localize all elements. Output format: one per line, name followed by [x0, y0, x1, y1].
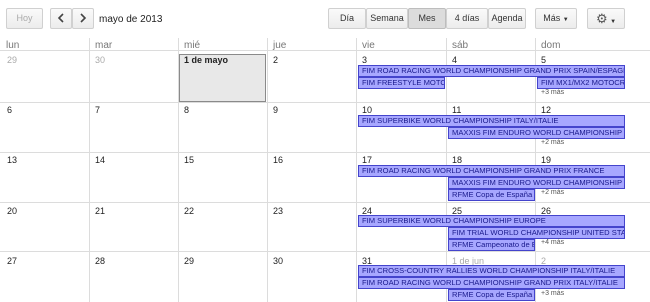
prev-button[interactable] [50, 8, 72, 29]
day-number[interactable]: 27 [7, 256, 17, 266]
day-number[interactable]: 9 [273, 105, 278, 115]
day-number[interactable]: 30 [273, 256, 283, 266]
event-chip[interactable]: FIM MX1/MX2 MOTOCROSS WORLD CHAMPIONSHIP [537, 77, 625, 89]
view-agenda-button[interactable]: Agenda [488, 8, 526, 29]
settings-button[interactable]: ⚙ ▼ [587, 8, 625, 29]
day-number[interactable]: 5 [541, 55, 546, 65]
event-chip[interactable]: FIM ROAD RACING WORLD CHAMPIONSHIP GRAND… [358, 165, 625, 177]
day-number[interactable]: 30 [95, 55, 105, 65]
view-month-button[interactable]: Mes [408, 8, 446, 29]
chevron-right-icon [80, 13, 87, 23]
view-week-button[interactable]: Semana [366, 8, 408, 29]
weekday-fri: vie [362, 40, 375, 51]
weekday-sat: sáb [452, 40, 469, 51]
view-4days-button[interactable]: 4 días [446, 8, 488, 29]
event-chip[interactable]: FIM FREESTYLE MOTOCROSS WORLD CHAMPIONSH… [358, 77, 445, 89]
day-number[interactable]: 4 [452, 55, 457, 65]
day-number[interactable]: 20 [7, 206, 17, 216]
view-day-button[interactable]: Día [328, 8, 366, 29]
event-chip[interactable]: FIM CROSS-COUNTRY RALLIES WORLD CHAMPION… [358, 265, 625, 277]
event-chip[interactable]: FIM SUPERBIKE WORLD CHAMPIONSHIP ITALY/I… [358, 115, 625, 127]
event-chip[interactable]: RFME Campeonato de España [448, 239, 535, 251]
event-chip[interactable]: MAXXIS FIM ENDURO WORLD CHAMPIONSHIP POR… [448, 177, 625, 189]
more-events-link[interactable]: +2 más [541, 139, 564, 146]
event-chip[interactable]: FIM TRIAL WORLD CHAMPIONSHIP UNITED STAT… [448, 227, 625, 239]
event-chip[interactable]: RFME Copa de España de Motocross [448, 189, 535, 201]
caret-down-icon: ▼ [610, 19, 617, 25]
more-events-link[interactable]: +3 más [541, 290, 564, 297]
day-number[interactable]: 3 [362, 55, 367, 65]
day-number[interactable]: 29 [184, 256, 194, 266]
day-number[interactable]: 6 [7, 105, 12, 115]
gear-icon: ⚙ [595, 11, 608, 26]
day-number[interactable]: 23 [273, 206, 283, 216]
event-chip[interactable]: FIM ROAD RACING WORLD CHAMPIONSHIP GRAND… [358, 65, 625, 77]
day-number[interactable]: 22 [184, 206, 194, 216]
day-number[interactable]: 18 [452, 155, 462, 165]
day-number[interactable]: 11 [452, 105, 461, 115]
more-views-button[interactable]: Más ▼ [535, 8, 577, 29]
day-number[interactable]: 21 [95, 206, 105, 216]
event-chip[interactable]: FIM ROAD RACING WORLD CHAMPIONSHIP GRAND… [358, 277, 625, 289]
weekday-thu: jue [273, 40, 287, 51]
day-number-today[interactable]: 1 de mayo [184, 55, 228, 65]
weekday-sun: dom [541, 40, 561, 51]
next-button[interactable] [72, 8, 94, 29]
more-views-label: Más [543, 13, 561, 23]
day-number[interactable]: 2 [273, 55, 278, 65]
day-number[interactable]: 19 [541, 155, 551, 165]
more-events-link[interactable]: +4 más [541, 239, 564, 246]
chevron-left-icon [57, 13, 64, 23]
event-chip[interactable]: MAXXIS FIM ENDURO WORLD CHAMPIONSHIP SPA… [448, 127, 625, 139]
weekday-tue: mar [95, 40, 113, 51]
day-number[interactable]: 8 [184, 105, 189, 115]
weekday-wed: mié [184, 40, 201, 51]
event-chip[interactable]: RFME Copa de España de Motocross [448, 289, 535, 301]
day-number[interactable]: 17 [362, 155, 372, 165]
day-number[interactable]: 7 [95, 105, 100, 115]
day-number[interactable]: 28 [95, 256, 105, 266]
day-number[interactable]: 29 [7, 55, 17, 65]
more-events-link[interactable]: +2 más [541, 189, 564, 196]
event-chip[interactable]: FIM SUPERBIKE WORLD CHAMPIONSHIP EUROPE [358, 215, 625, 227]
day-number[interactable]: 13 [7, 155, 17, 165]
today-button[interactable]: Hoy [6, 8, 43, 29]
caret-down-icon: ▼ [562, 17, 569, 23]
day-number[interactable]: 14 [95, 155, 105, 165]
day-number[interactable]: 10 [362, 105, 372, 115]
period-title: mayo de 2013 [99, 14, 163, 25]
weekday-mon: lun [6, 40, 20, 51]
day-number[interactable]: 12 [541, 105, 551, 115]
more-events-link[interactable]: +3 más [541, 89, 564, 96]
day-number[interactable]: 16 [273, 155, 283, 165]
day-number[interactable]: 15 [184, 155, 194, 165]
